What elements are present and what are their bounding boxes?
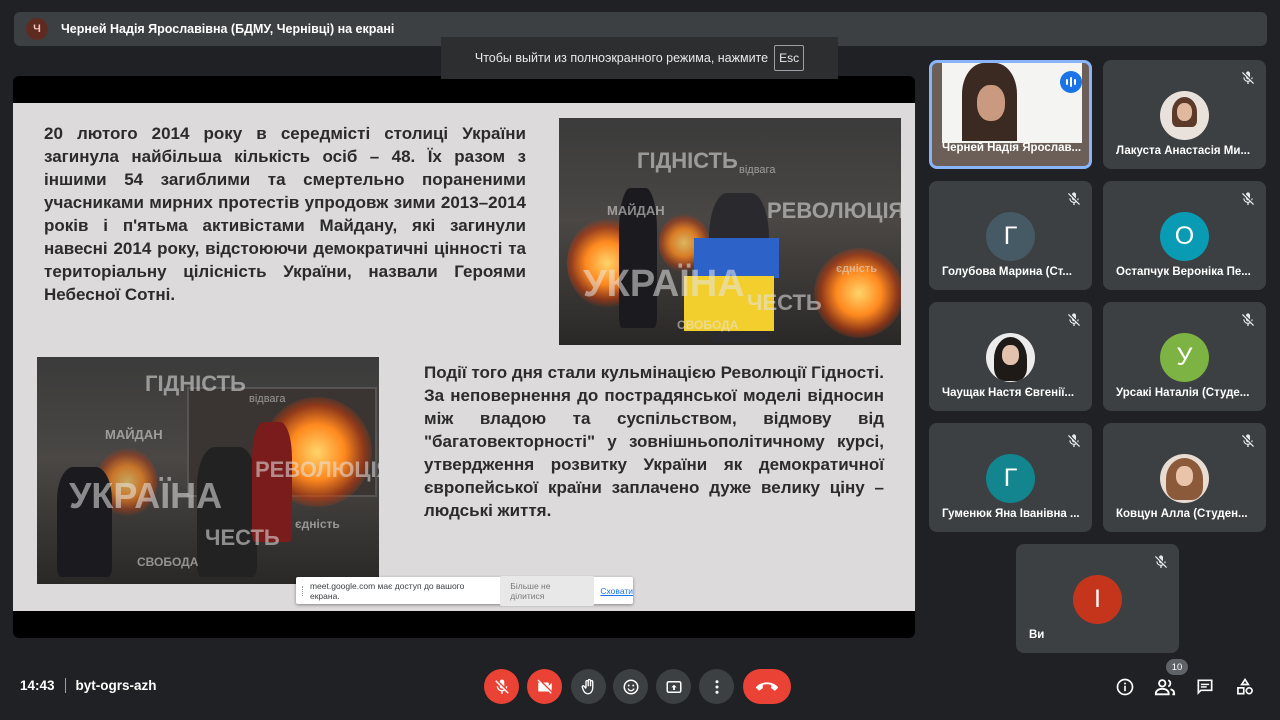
camera-toggle-button[interactable]	[527, 669, 562, 704]
meeting-details-button[interactable]	[1114, 676, 1136, 698]
camera-off-icon	[537, 679, 552, 694]
participant-avatar: Г	[986, 212, 1035, 261]
mic-off-icon	[1242, 313, 1254, 326]
hide-button[interactable]: Сховати	[600, 586, 633, 596]
participant-tile[interactable]: Г Голубова Марина (Ст...	[929, 181, 1092, 290]
meeting-info: 14:43 byt-ogrs-azh	[20, 678, 157, 693]
mic-off-icon	[1242, 434, 1254, 447]
participant-tile[interactable]: Ковцун Алла (Студен...	[1103, 423, 1266, 532]
mic-off-icon	[1068, 434, 1080, 447]
mic-off-icon	[1242, 71, 1254, 84]
participant-name: Остапчук Вероніка Пе...	[1116, 266, 1251, 278]
word-revolution: РЕВОЛЮЦІЯ	[767, 198, 901, 223]
more-icon	[715, 679, 718, 694]
slide-paragraph-1: 20 лютого 2014 року в середмісті столиці…	[44, 124, 526, 304]
presenter-avatar: Ч	[26, 18, 48, 40]
presenter-label: Черней Надія Ярославівна (БДМУ, Чернівці…	[61, 22, 395, 36]
speaking-indicator-icon	[1060, 71, 1082, 93]
emoji-button[interactable]	[613, 669, 648, 704]
participant-tile[interactable]: У Урсакі Наталія (Студе...	[1103, 302, 1266, 411]
shared-slide: 20 лютого 2014 року в середмісті столиці…	[13, 103, 915, 611]
participant-name: Гуменюк Яна Іванівна ...	[942, 508, 1080, 520]
chat-button[interactable]	[1194, 676, 1216, 698]
share-message: meet.google.com має доступ до вашого екр…	[309, 580, 465, 601]
word-revolution-2: РЕВОЛЮЦІЯ	[255, 457, 379, 482]
word-maidan-2: МАЙДАН	[105, 427, 163, 442]
participant-avatar	[986, 333, 1035, 382]
screen-share-bar: meet.google.com має доступ до вашого екр…	[296, 575, 633, 606]
participant-tile-self[interactable]: І Ви	[1016, 544, 1179, 653]
participant-avatar: І	[1073, 575, 1122, 624]
fullscreen-notice: Чтобы выйти из полноэкранного режима, на…	[441, 37, 838, 79]
fullscreen-notice-text: Чтобы выйти из полноэкранного режима, на…	[474, 51, 769, 65]
divider	[64, 678, 66, 693]
word-ukraine-2: УКРАЇНА	[69, 475, 223, 516]
word-unity-2: єдність	[295, 517, 340, 531]
word-honor-2: ЧЕСТЬ	[205, 525, 280, 550]
clock: 14:43	[20, 678, 55, 693]
mic-off-icon	[494, 679, 509, 694]
slide-paragraph-2: Події того дня стали кульмінацією Револю…	[424, 363, 884, 520]
slide-photo-protester: ГІДНІСТЬ відвага МАЙДАН РЕВОЛЮЦІЯ УКРАЇН…	[559, 118, 901, 345]
emoji-icon	[623, 679, 638, 694]
mic-off-icon	[1068, 313, 1080, 326]
mic-off-icon	[1155, 555, 1167, 568]
presentation-stage: 20 лютого 2014 року в середмісті столиці…	[13, 76, 915, 638]
participant-tile[interactable]: Лакуста Анастасія Ми...	[1103, 60, 1266, 169]
word-dignity: ГІДНІСТЬ	[637, 148, 738, 173]
chat-icon	[1197, 679, 1213, 695]
participant-avatar: О	[1160, 212, 1209, 261]
participant-avatar	[1160, 91, 1209, 140]
info-icon	[1116, 678, 1134, 696]
word-maidan: МАЙДАН	[607, 203, 665, 218]
mic-off-icon	[1242, 192, 1254, 205]
participant-name: Урсакі Наталія (Студе...	[1116, 387, 1250, 399]
raise-hand-button[interactable]	[571, 669, 606, 704]
activities-icon	[1237, 677, 1253, 695]
word-freedom-2: СВОБОДА	[137, 555, 199, 569]
drag-handle[interactable]	[302, 585, 304, 596]
slide-photo-fire: ГІДНІСТЬ відвага МАЙДАН РЕВОЛЮЦІЯ УКРАЇН…	[37, 357, 379, 584]
word-courage-2: відвага	[249, 393, 286, 405]
participant-tile[interactable]: Чаущак Настя Євгенії...	[929, 302, 1092, 411]
participant-tile-presenter[interactable]: Черней Надія Ярослав...	[929, 60, 1092, 169]
word-ukraine: УКРАЇНА	[583, 263, 745, 305]
activities-button[interactable]	[1234, 676, 1256, 698]
participant-avatar	[1160, 454, 1209, 503]
participant-name: Ви	[1029, 629, 1045, 641]
word-unity: єдність	[836, 263, 878, 275]
participant-name: Черней Надія Ярослав...	[942, 142, 1082, 154]
participant-avatar: Г	[986, 454, 1035, 503]
participant-name: Голубова Марина (Ст...	[942, 266, 1072, 278]
stop-sharing-button[interactable]: Більше не ділитися	[500, 575, 595, 606]
mic-off-icon	[1068, 192, 1080, 205]
present-button[interactable]	[656, 669, 691, 704]
esc-key: Esc	[774, 45, 805, 71]
people-icon	[1154, 679, 1176, 696]
participant-avatar: У	[1160, 333, 1209, 382]
word-freedom: СВОБОДА	[677, 318, 739, 332]
participant-name: Лакуста Анастасія Ми...	[1116, 145, 1251, 157]
participant-tile[interactable]: О Остапчук Вероніка Пе...	[1103, 181, 1266, 290]
mic-toggle-button[interactable]	[484, 669, 519, 704]
raise-hand-icon	[581, 678, 593, 694]
people-button[interactable]	[1154, 676, 1176, 698]
participant-name: Ковцун Алла (Студен...	[1116, 508, 1248, 520]
participant-tile[interactable]: Г Гуменюк Яна Іванівна ...	[929, 423, 1092, 532]
participant-name: Чаущак Настя Євгенії...	[942, 387, 1075, 399]
end-call-button[interactable]	[743, 669, 791, 704]
word-honor: ЧЕСТЬ	[747, 290, 822, 315]
meeting-code: byt-ogrs-azh	[75, 678, 157, 693]
word-dignity-2: ГІДНІСТЬ	[145, 371, 246, 396]
end-call-icon	[756, 681, 778, 691]
more-options-button[interactable]	[699, 669, 734, 704]
present-icon	[666, 680, 681, 693]
word-courage: відвага	[739, 164, 776, 176]
participant-count-badge: 10	[1166, 659, 1188, 675]
